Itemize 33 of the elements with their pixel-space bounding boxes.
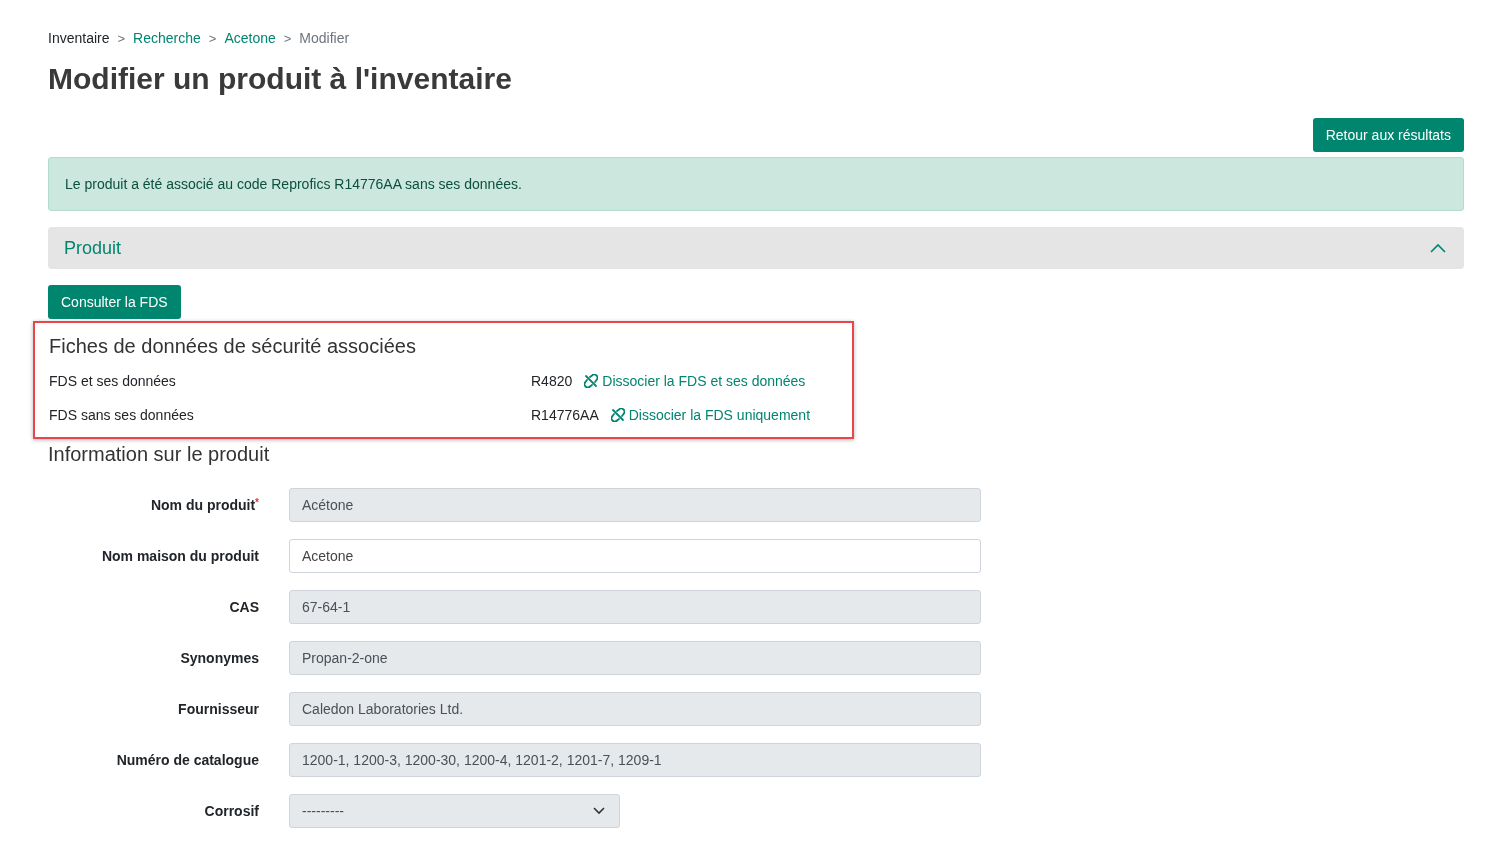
consult-sds-button[interactable]: Consulter la FDS	[48, 285, 181, 319]
breadcrumb-item: Inventaire	[48, 30, 110, 46]
sds-code: R4820	[531, 373, 573, 389]
field-label: Numéro de catalogue	[115, 752, 259, 768]
page-title: Modifier un produit à l'inventaire	[48, 62, 513, 96]
required-mark: *	[255, 497, 259, 508]
section-title: Information sur le produit	[48, 443, 271, 466]
breadcrumb-current: Modifier	[299, 30, 350, 46]
field-label: Nom maison du produit	[100, 548, 259, 564]
breadcrumb-link[interactable]: Recherche	[133, 30, 201, 46]
input-field[interactable]: Acetone	[289, 539, 981, 573]
chevron-icon	[1430, 243, 1446, 253]
back-to-results-button[interactable]: Retour aux résultats	[1312, 118, 1464, 152]
accordion-header[interactable]: Produit	[48, 227, 1464, 269]
dissociate-link[interactable]: Dissocier la FDS et ses données	[602, 373, 806, 389]
sds-code: R14776AA	[531, 406, 599, 423]
caret-icon	[593, 807, 605, 815]
section-title: Fiches de données de sécurité associées	[49, 335, 417, 358]
field-label: CAS	[228, 599, 259, 615]
unlink-icon	[610, 407, 625, 422]
breadcrumb-separator: >	[117, 30, 126, 46]
breadcrumb-link[interactable]: Acetone	[224, 30, 276, 46]
unlink-icon	[584, 374, 599, 388]
dissociate-link[interactable]: Dissocier la FDS uniquement	[628, 406, 810, 423]
success-alert: Le produit a été associé au code Reprofics R14776AA sans ses données.	[48, 157, 1464, 211]
field-label: Corrosif	[203, 803, 259, 819]
breadcrumb-separator: >	[208, 30, 217, 46]
sds-label: FDS et ses données	[49, 373, 177, 389]
sds-label: FDS sans ses données	[49, 406, 195, 423]
field-label: Synonymes	[179, 650, 259, 666]
field-label: Nom du produit*	[149, 497, 259, 513]
breadcrumb-separator: >	[283, 30, 292, 46]
field-label: Fournisseur	[177, 701, 259, 717]
